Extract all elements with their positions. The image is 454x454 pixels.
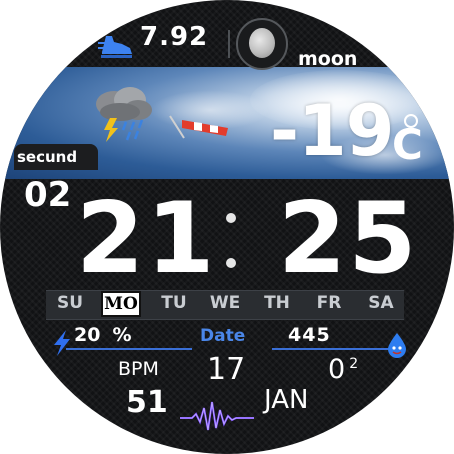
date-day[interactable]: 17 (207, 352, 245, 387)
water-value[interactable]: 445 (288, 324, 331, 346)
oxygen-subscript: 2 (349, 356, 359, 372)
date-month: JAN (264, 385, 309, 415)
windsock-icon (169, 115, 228, 139)
day-monday-active: MO (101, 291, 141, 317)
temperature-unit: C (392, 120, 423, 169)
day-thursday: TH (264, 293, 290, 313)
minute-value[interactable]: 25 (278, 190, 418, 288)
water-drop-icon (388, 333, 406, 358)
running-shoe-icon (98, 36, 132, 58)
day-tuesday: TU (161, 293, 187, 313)
seconds-value: 02 (24, 175, 72, 215)
battery-unit: % (112, 324, 132, 346)
watch-face: 7.92 moon -19 C secund 02 21 25 SU MO TU… (0, 0, 454, 454)
lightning-bolt-icon (54, 330, 70, 356)
steps-value: 7.92 (140, 22, 209, 52)
time-colon-dot (226, 258, 236, 268)
battery-value[interactable]: 20% (74, 324, 132, 346)
seconds-label: secund (17, 148, 78, 166)
moon-phase-icon (249, 28, 275, 58)
battery-underline (66, 348, 192, 350)
battery-number: 20 (74, 324, 101, 346)
water-underline (272, 348, 390, 350)
day-saturday: SA (368, 293, 394, 313)
hour-value[interactable]: 21 (76, 190, 216, 288)
day-sunday: SU (56, 293, 84, 313)
moon-label: moon (298, 48, 358, 70)
date-label: Date (200, 326, 246, 346)
divider (228, 30, 230, 58)
bpm-label: BPM (118, 358, 159, 380)
oxygen-symbol: 0 (328, 354, 346, 385)
day-friday: FR (316, 293, 342, 313)
time-colon-dot (226, 213, 236, 223)
temperature-value: -19 (270, 90, 394, 172)
thunderstorm-icon[interactable] (90, 84, 160, 144)
heartbeat-pulse-icon (180, 401, 254, 431)
day-wednesday: WE (209, 293, 241, 313)
oxygen-value[interactable]: 02 (328, 354, 358, 385)
heart-rate-value[interactable]: 51 (126, 385, 168, 420)
